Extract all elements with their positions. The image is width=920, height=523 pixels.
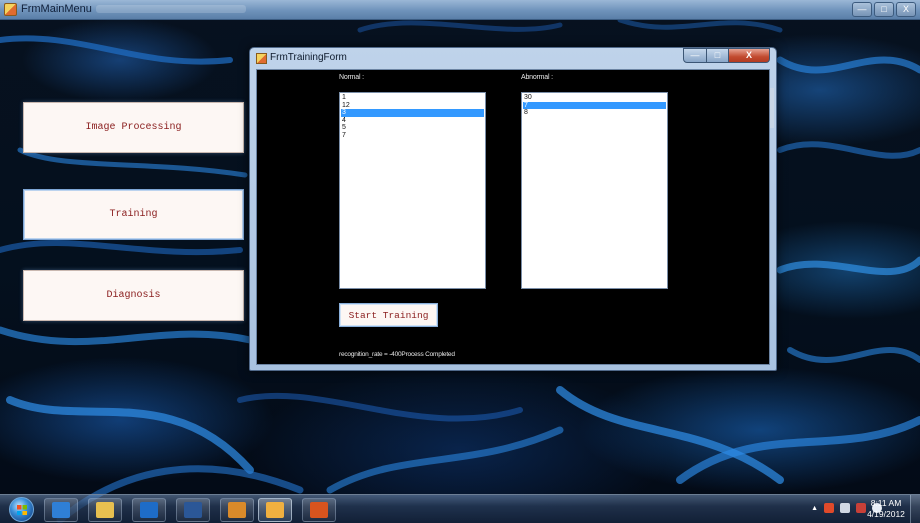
- list-item[interactable]: 30: [523, 94, 666, 102]
- start-button[interactable]: [9, 497, 34, 522]
- taskbar-button-explorer-folder[interactable]: [88, 498, 122, 522]
- close-button[interactable]: X: [896, 2, 916, 17]
- abnormal-label: Abnormal :: [521, 74, 553, 81]
- taskbar-button-matlab[interactable]: [302, 498, 336, 522]
- taskbar-button-outlook[interactable]: [132, 498, 166, 522]
- form-icon: [256, 53, 267, 64]
- taskbar: ▲ 8:11 AM 4/19/2012: [0, 494, 920, 523]
- app-icon: [4, 3, 17, 16]
- taskbar-button-network-app[interactable]: [220, 498, 254, 522]
- matlab-icon: [310, 502, 328, 518]
- main-window-title: FrmMainMenu: [21, 3, 92, 15]
- clock-time: 8:11 AM: [870, 498, 902, 508]
- word-icon: [184, 502, 202, 518]
- main-window-controls: — □ X: [852, 2, 916, 17]
- system-clock[interactable]: 8:11 AM 4/19/2012: [864, 498, 908, 520]
- training-form-controls: — □ X: [683, 48, 770, 63]
- action-center-flag-icon[interactable]: [824, 503, 834, 513]
- training-button[interactable]: Training: [23, 189, 244, 240]
- explorer-folder-icon: [96, 502, 114, 518]
- training-maximize-button[interactable]: □: [707, 48, 729, 63]
- clock-date: 4/19/2012: [867, 509, 905, 519]
- list-item[interactable]: 8: [523, 109, 666, 117]
- taskbar-button-ie[interactable]: [44, 498, 78, 522]
- ie-icon: [52, 502, 70, 518]
- titlebar-blurred-text: [96, 5, 246, 13]
- training-form-window: FrmTrainingForm — □ X Normal : Abnormal …: [249, 47, 777, 371]
- taskbar-button-frmmainmenu-app[interactable]: [258, 498, 292, 522]
- list-item[interactable]: 4: [341, 117, 484, 125]
- show-desktop-button[interactable]: [910, 495, 920, 523]
- main-window-titlebar[interactable]: FrmMainMenu — □ X: [0, 0, 920, 20]
- training-minimize-button[interactable]: —: [683, 48, 707, 63]
- list-item[interactable]: 7: [523, 101, 666, 109]
- outlook-icon: [140, 502, 158, 518]
- recognition-status-text: recognition_rate = -400Process Completed: [339, 351, 455, 358]
- training-form-title: FrmTrainingForm: [270, 52, 347, 63]
- diagnosis-button[interactable]: Diagnosis: [23, 270, 244, 321]
- training-form-client: Normal : Abnormal : 1 12 3 4 5 7 30 7 8 Start T…: [256, 69, 770, 365]
- list-item[interactable]: 5: [341, 124, 484, 132]
- minimize-button[interactable]: —: [852, 2, 872, 17]
- taskbar-button-word[interactable]: [176, 498, 210, 522]
- list-item[interactable]: 7: [341, 132, 484, 140]
- list-item[interactable]: 1: [341, 94, 484, 102]
- training-close-button[interactable]: X: [729, 48, 770, 63]
- list-item[interactable]: 3: [341, 109, 484, 117]
- normal-label: Normal :: [339, 74, 364, 81]
- normal-listbox[interactable]: 1 12 3 4 5 7: [339, 92, 486, 289]
- network-app-icon: [228, 502, 246, 518]
- safely-remove-icon[interactable]: [840, 503, 850, 513]
- abnormal-listbox[interactable]: 30 7 8: [521, 92, 668, 289]
- start-training-button[interactable]: Start Training: [339, 303, 438, 327]
- image-processing-button[interactable]: Image Processing: [23, 102, 244, 153]
- frmmainmenu-app-icon: [266, 502, 284, 518]
- window-edge-scrollbar[interactable]: [770, 88, 774, 128]
- tray-expand-arrow-icon[interactable]: ▲: [811, 505, 818, 512]
- maximize-button[interactable]: □: [874, 2, 894, 17]
- list-item[interactable]: 12: [341, 102, 484, 110]
